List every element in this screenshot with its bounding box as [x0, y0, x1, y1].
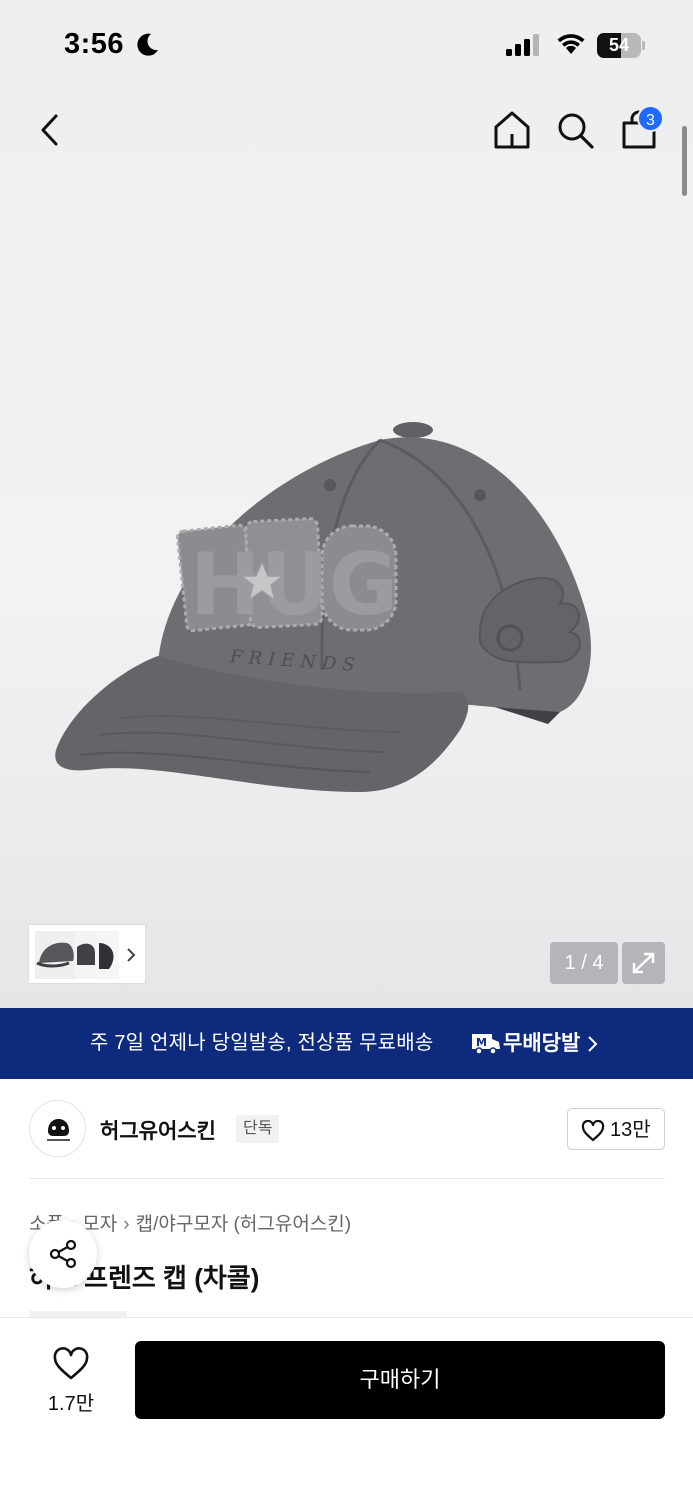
chevron-right-icon: › [123, 1214, 130, 1235]
home-icon [494, 111, 530, 149]
heart-icon [53, 1347, 89, 1380]
thumbnail-strip[interactable] [28, 924, 146, 984]
bottom-action-bar: 1.7만 구매하기 [0, 1317, 693, 1500]
expand-button[interactable] [622, 942, 665, 984]
chevron-right-icon [588, 1036, 598, 1052]
wishlist-button[interactable]: 1.7만 [30, 1343, 112, 1423]
wifi-icon [557, 34, 585, 54]
wishlist-count: 1.7만 [47, 1393, 95, 1415]
status-bar: 3:56 54 [0, 0, 693, 92]
brand-like-button[interactable]: 13만 [567, 1108, 665, 1150]
back-button[interactable] [26, 106, 74, 154]
brand-like-count: 13만 [610, 1119, 651, 1141]
brand-row: 허그유어스킨 단독 13만 [0, 1079, 693, 1179]
exclusive-tag: 단독 [236, 1115, 280, 1143]
promo-text: 주 7일 언제나 당일발송, 전상품 무료배송 [90, 1032, 434, 1054]
svg-text:M: M [476, 1036, 487, 1049]
signal-icon [506, 34, 539, 56]
share-icon [49, 1239, 77, 1269]
brand-name[interactable]: 허그유어스킨 [100, 1115, 216, 1145]
thumbnail-images [35, 931, 136, 979]
brand-logo-icon [47, 1119, 70, 1141]
search-icon [558, 113, 594, 149]
delivery-truck-icon: M [472, 1034, 500, 1055]
battery-percent: 54 [608, 35, 630, 55]
breadcrumb-item-current[interactable]: 캡/야구모자 (허그유어스킨) [136, 1214, 352, 1235]
buy-button[interactable]: 구매하기 [135, 1341, 665, 1419]
share-button[interactable] [29, 1220, 97, 1288]
product-image-text: HUG [190, 535, 398, 635]
home-button[interactable] [488, 106, 536, 154]
back-icon [41, 114, 58, 146]
image-page-counter: 1 / 4 [550, 942, 618, 984]
heart-icon [581, 1120, 605, 1142]
divider [29, 1178, 665, 1179]
moon-icon [137, 33, 158, 56]
cart-count-badge: 3 [637, 105, 664, 132]
free-shipping-banner[interactable]: 주 7일 언제나 당일발송, 전상품 무료배송 M 무배당발 [0, 1008, 693, 1079]
scroll-indicator [682, 126, 687, 196]
product-image[interactable]: HUG FRIENDS [40, 400, 600, 810]
brand-avatar[interactable] [29, 1100, 86, 1157]
promo-logo-text: 무배당발 [503, 1032, 581, 1055]
status-time: 3:56 [64, 28, 125, 60]
expand-icon [632, 952, 655, 974]
battery-icon: 54 [597, 33, 645, 58]
search-button[interactable] [551, 106, 599, 154]
